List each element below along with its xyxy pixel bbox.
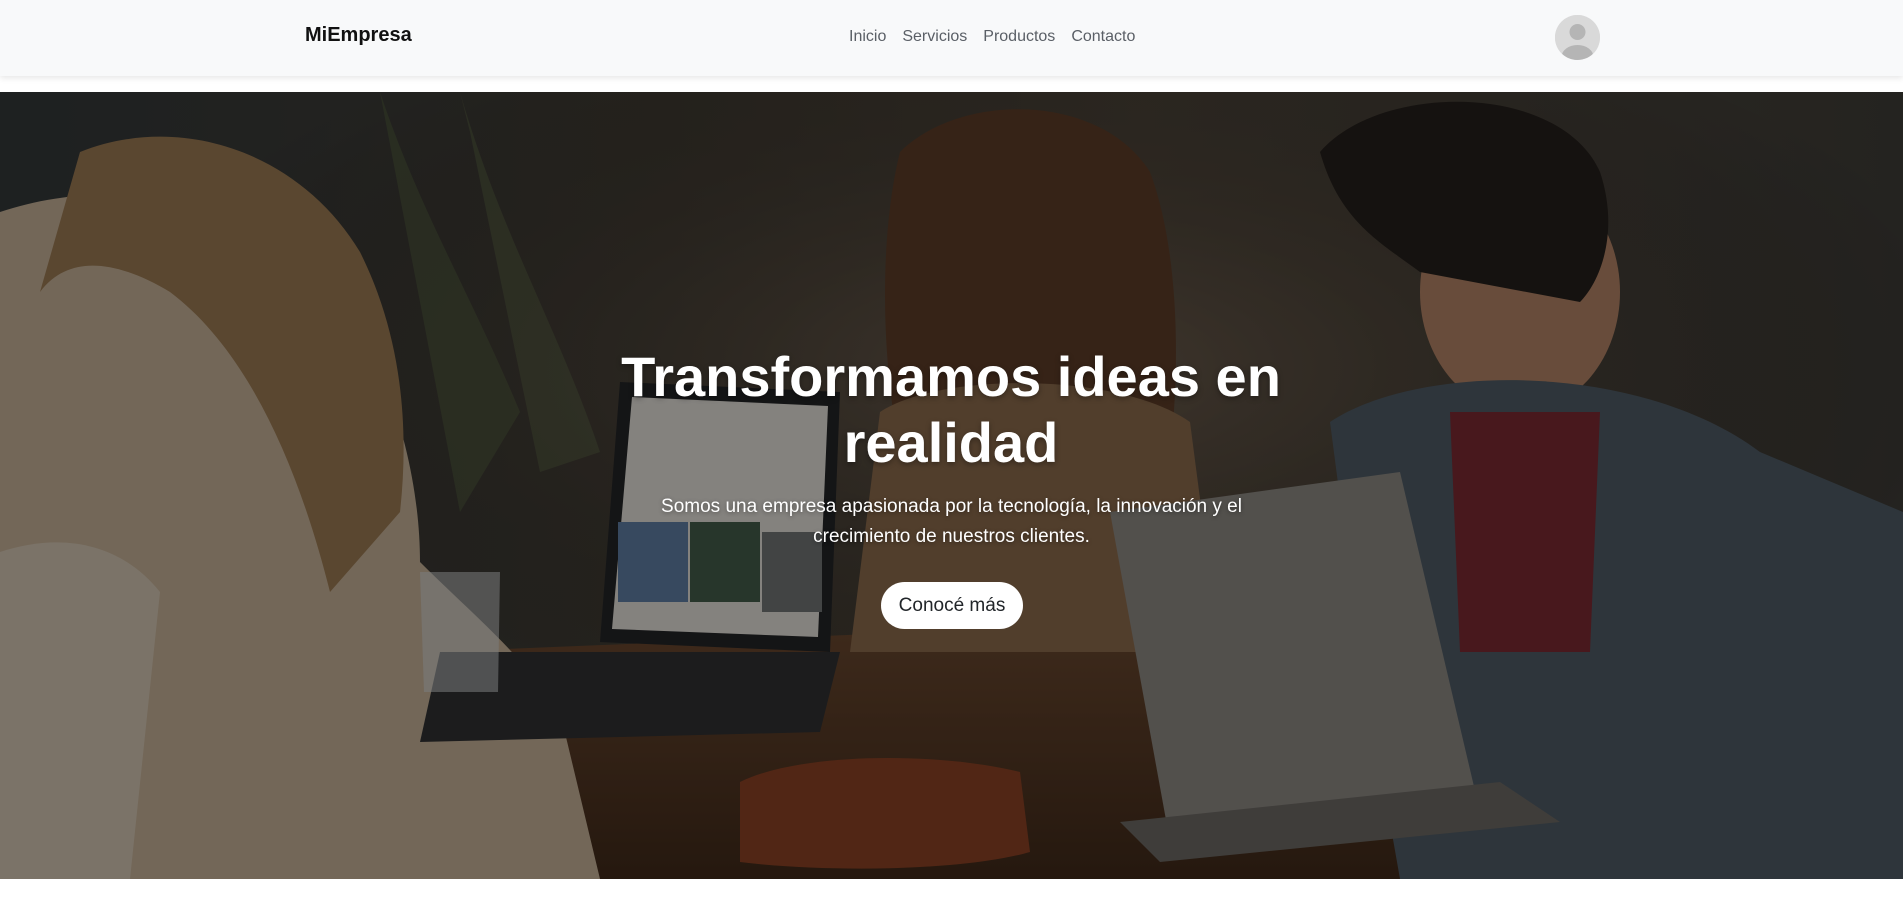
nav-item-inicio: Inicio xyxy=(849,28,886,46)
brand-logo[interactable]: MiEmpresa xyxy=(305,24,412,47)
nav-links: Inicio Servicios Productos Contacto xyxy=(849,28,1135,46)
user-silhouette-icon xyxy=(1555,15,1600,60)
hero-subtitle: Somos una empresa apasionada por la tecn… xyxy=(661,496,1242,547)
hero-title: Transformamos ideas en realidad xyxy=(621,345,1281,474)
nav-link-inicio[interactable]: Inicio xyxy=(849,28,886,45)
nav-item-productos: Productos xyxy=(983,28,1055,46)
hero-content: Transformamos ideas en realidad Somos un… xyxy=(0,92,1903,879)
hero-section: Transformamos ideas en realidad Somos un… xyxy=(0,92,1903,879)
nav-item-contacto: Contacto xyxy=(1071,28,1135,46)
nav-link-servicios[interactable]: Servicios xyxy=(902,28,967,45)
nav-item-servicios: Servicios xyxy=(902,28,967,46)
nav-link-productos[interactable]: Productos xyxy=(983,28,1055,45)
learn-more-button[interactable]: Conocé más xyxy=(881,582,1023,629)
user-avatar-icon[interactable] xyxy=(1555,15,1600,60)
top-navbar: MiEmpresa Inicio Servicios Productos Con… xyxy=(0,0,1903,76)
nav-link-contacto[interactable]: Contacto xyxy=(1071,28,1135,45)
